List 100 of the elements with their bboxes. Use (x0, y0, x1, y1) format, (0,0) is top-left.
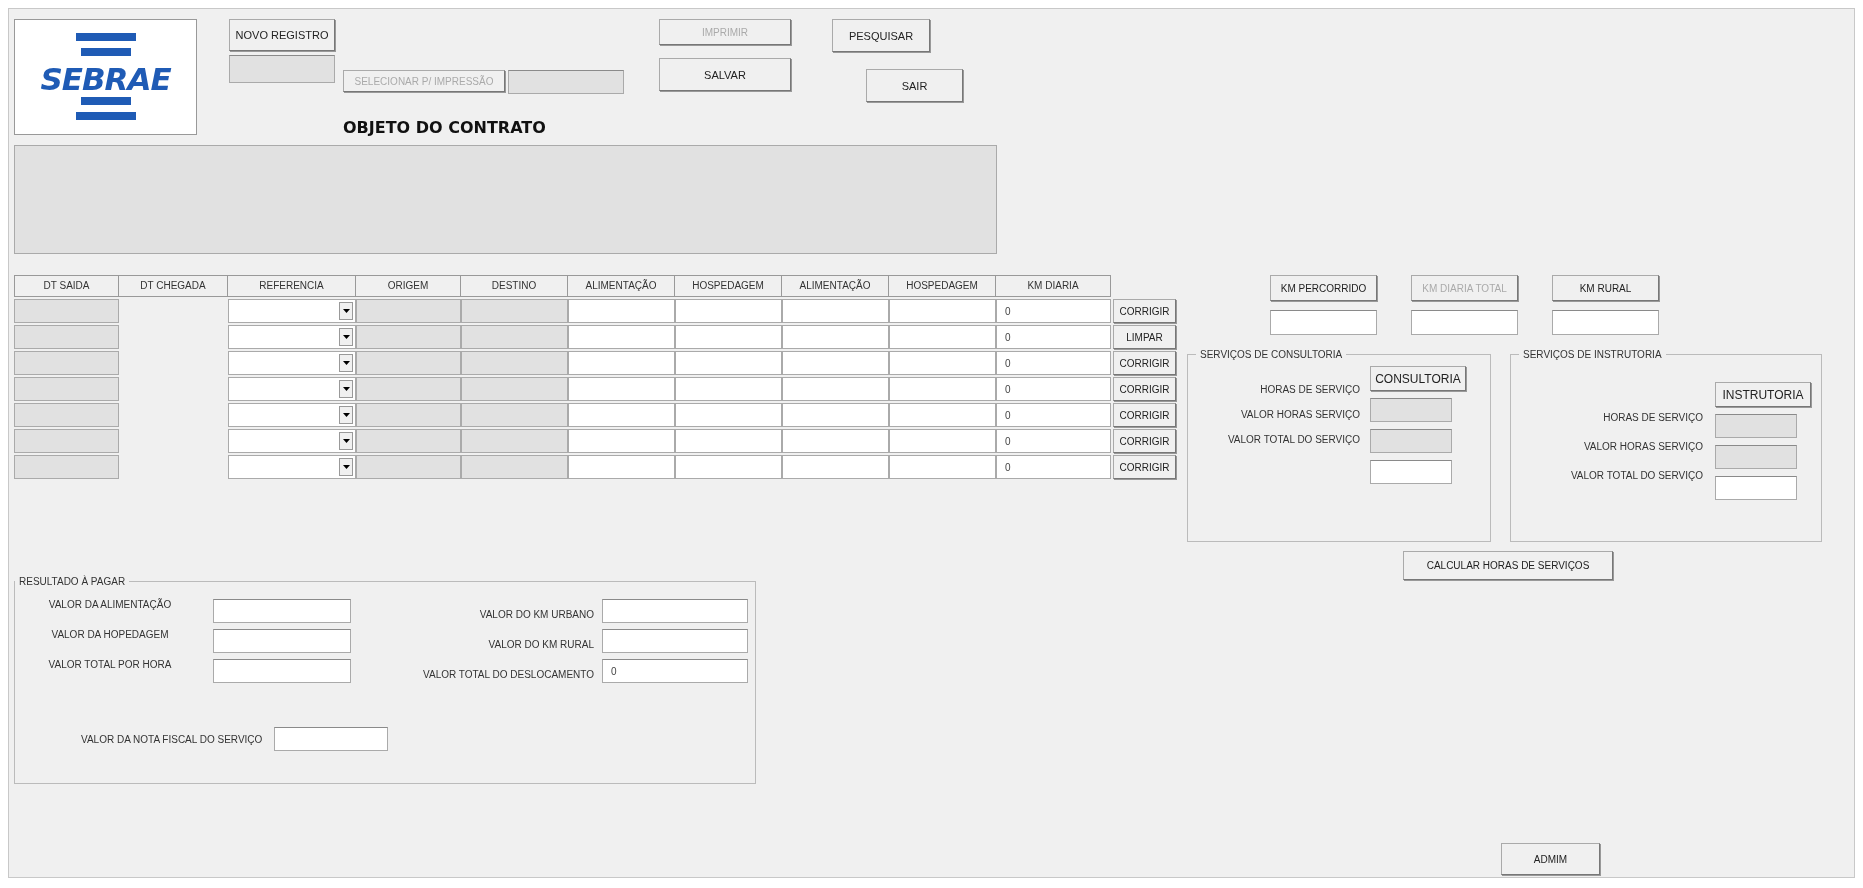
search-button[interactable]: PESQUISAR (832, 19, 930, 52)
input-field[interactable] (675, 299, 782, 323)
input-field[interactable] (675, 351, 782, 375)
group-title: RESULTADO À PAGAR (18, 576, 127, 587)
km-field[interactable]: 0 (996, 455, 1111, 479)
logo-text: SEBRAE (40, 63, 171, 94)
input-field[interactable] (889, 403, 996, 427)
service-button[interactable]: CONSULTORIA (1370, 366, 1466, 391)
row-action-button[interactable]: CORRIGIR (1113, 377, 1176, 401)
input-field[interactable]: 0 (602, 659, 748, 683)
column-header: HOSPEDAGEM (889, 275, 996, 297)
input-field[interactable] (889, 325, 996, 349)
km-field[interactable]: 0 (996, 377, 1111, 401)
group-title: SERVIÇOS DE INSTRUTORIA (1522, 349, 1663, 360)
row-action-button[interactable]: CORRIGIR (1113, 455, 1176, 479)
column-header: DT SAIDA (14, 275, 119, 297)
save-button[interactable]: SALVAR (659, 58, 791, 91)
input-field[interactable] (568, 351, 675, 375)
input-field[interactable] (675, 377, 782, 401)
calculate-button[interactable]: CALCULAR HORAS DE SERVIÇOS (1403, 551, 1613, 580)
km-total-field[interactable] (1270, 310, 1377, 335)
input-field[interactable] (602, 599, 748, 623)
input-field[interactable] (602, 629, 748, 653)
dropdown-arrow-icon (342, 439, 350, 443)
field-label: VALOR TOTAL DO DESLOCAMENTO (422, 668, 594, 680)
service-field[interactable] (1715, 476, 1797, 500)
row-action-button[interactable]: CORRIGIR (1113, 429, 1176, 453)
input-field[interactable] (889, 455, 996, 479)
km-total-field[interactable] (1552, 310, 1659, 335)
field-label: VALOR HORAS SERVIÇO (1240, 409, 1360, 420)
exit-button[interactable]: SAIR (866, 69, 963, 102)
row-action-button[interactable]: CORRIGIR (1113, 299, 1176, 323)
service-field[interactable] (1370, 460, 1452, 484)
input-field[interactable] (568, 429, 675, 453)
column-header: REFERENCIA (228, 275, 356, 297)
dropdown-field[interactable] (228, 377, 356, 401)
new-record-button[interactable]: NOVO REGISTRO (229, 19, 335, 51)
column-header: ALIMENTAÇÃO (568, 275, 675, 297)
input-field[interactable] (782, 325, 889, 349)
field-label: HORAS DE SERVIÇO (1603, 412, 1703, 423)
input-field[interactable] (213, 659, 351, 683)
input-field[interactable] (213, 599, 351, 623)
column-header: KM DIARIA (996, 275, 1111, 297)
input-field[interactable] (782, 455, 889, 479)
row-action-button[interactable]: CORRIGIR (1113, 351, 1176, 375)
km-field[interactable]: 0 (996, 299, 1111, 323)
dropdown-arrow-icon (342, 361, 350, 365)
input-field[interactable] (568, 403, 675, 427)
field-label: VALOR DO KM RURAL (487, 638, 594, 650)
column-header: ORIGEM (356, 275, 461, 297)
km-total-button[interactable]: KM PERCORRIDO (1270, 275, 1377, 301)
row-action-button[interactable]: LIMPAR (1113, 325, 1176, 349)
field-label: VALOR TOTAL POR HORA (47, 659, 173, 670)
service-button[interactable]: INSTRUTORIA (1715, 382, 1811, 407)
input-field[interactable] (274, 727, 389, 751)
dropdown-field[interactable] (228, 299, 356, 323)
input-field[interactable] (675, 429, 782, 453)
column-header: DT CHEGADA (119, 275, 228, 297)
field-label: HORAS DE SERVIÇO (1260, 384, 1360, 395)
field-label: VALOR DA ALIMENTAÇÃO (47, 599, 173, 610)
dropdown-field[interactable] (228, 351, 356, 375)
input-field[interactable] (675, 455, 782, 479)
input-field[interactable] (782, 351, 889, 375)
input-field[interactable] (568, 377, 675, 401)
admin-button[interactable]: ADMIM (1501, 843, 1600, 875)
km-field[interactable]: 0 (996, 325, 1111, 349)
field-label: VALOR DA HOPEDAGEM (50, 629, 170, 640)
dropdown-field[interactable] (228, 455, 356, 479)
input-field[interactable] (568, 325, 675, 349)
km-field[interactable]: 0 (996, 403, 1111, 427)
input-field[interactable] (782, 299, 889, 323)
dropdown-field[interactable] (228, 403, 356, 427)
dropdown-field[interactable] (228, 325, 356, 349)
km-field[interactable]: 0 (996, 351, 1111, 375)
input-field[interactable] (568, 299, 675, 323)
row-action-button[interactable]: CORRIGIR (1113, 403, 1176, 427)
field-label: VALOR TOTAL DO SERVIÇO (1227, 434, 1360, 445)
input-field[interactable] (782, 377, 889, 401)
input-field[interactable] (675, 403, 782, 427)
input-field[interactable] (213, 629, 351, 653)
input-field[interactable] (782, 429, 889, 453)
dropdown-field[interactable] (228, 429, 356, 453)
dropdown-arrow-icon (342, 335, 350, 339)
input-field[interactable] (889, 429, 996, 453)
dropdown-arrow-icon (342, 387, 350, 391)
km-total-button[interactable]: KM RURAL (1552, 275, 1659, 301)
km-field[interactable]: 0 (996, 429, 1111, 453)
input-field[interactable] (675, 325, 782, 349)
field-label: VALOR HORAS SERVIÇO (1583, 441, 1703, 452)
dropdown-arrow-icon (342, 413, 350, 417)
column-header: HOSPEDAGEM (675, 275, 782, 297)
input-field[interactable] (568, 455, 675, 479)
input-field[interactable] (889, 377, 996, 401)
input-field[interactable] (889, 299, 996, 323)
dropdown-arrow-icon (342, 465, 350, 469)
field-label: VALOR TOTAL DO SERVIÇO (1570, 470, 1703, 481)
km-total-field[interactable] (1411, 310, 1518, 335)
field-label: VALOR DA NOTA FISCAL DO SERVIÇO (81, 733, 263, 745)
input-field[interactable] (782, 403, 889, 427)
input-field[interactable] (889, 351, 996, 375)
